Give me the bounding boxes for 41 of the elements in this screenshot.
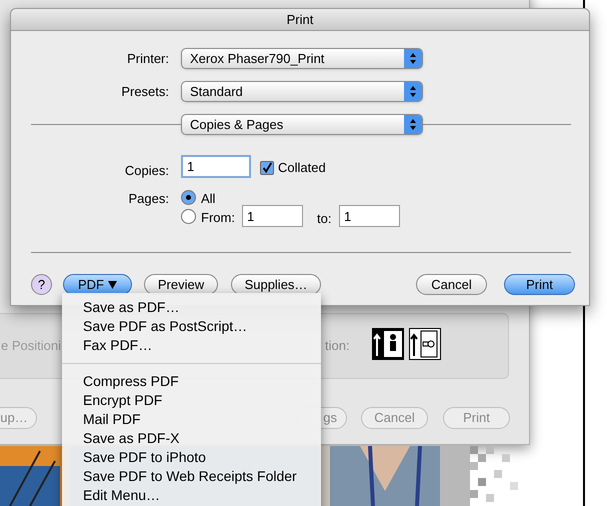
popup-button[interactable]: Standard xyxy=(181,81,423,102)
stepper-arrows-icon xyxy=(404,115,422,134)
field-label: e Positioni xyxy=(1,337,61,355)
copies-field[interactable]: 1 xyxy=(181,155,251,178)
caret-icon xyxy=(108,280,117,288)
menu-item[interactable]: Save PDF as PostScript… xyxy=(62,317,321,336)
radio-button[interactable] xyxy=(181,190,196,205)
menu-item[interactable]: Compress PDF xyxy=(62,372,321,391)
menu-item[interactable]: Edit Menu… xyxy=(62,486,321,505)
menu-item[interactable]: Fax PDF… xyxy=(62,336,321,355)
window-title: Print xyxy=(286,10,314,29)
menu-item[interactable]: Save as PDF… xyxy=(62,298,321,317)
radio-label: From: xyxy=(201,209,235,227)
menu-item[interactable]: Save as PDF-X xyxy=(62,429,321,448)
from-field[interactable]: 1 xyxy=(242,205,303,227)
field-label: tion: xyxy=(325,337,350,355)
stepper-arrows-icon xyxy=(404,49,422,68)
popup-button[interactable]: Xerox Phaser790_Print xyxy=(181,48,423,69)
to-field[interactable]: 1 xyxy=(339,205,400,227)
button[interactable]: Supplies… xyxy=(231,274,321,295)
button[interactable]: Cancel xyxy=(416,274,487,295)
portrait-icon[interactable] xyxy=(372,328,404,360)
radio-label: All xyxy=(201,190,216,208)
popup-button[interactable]: Copies & Pages xyxy=(181,114,423,135)
landscape-icon[interactable] xyxy=(409,328,441,360)
button[interactable]: Print xyxy=(504,274,575,295)
checkbox-label: Collated xyxy=(278,159,326,177)
field-label: Pages: xyxy=(128,190,169,208)
button[interactable]: Preview xyxy=(144,274,218,295)
menu-item[interactable]: Save PDF to iPhoto xyxy=(62,448,321,467)
help-button[interactable]: ? xyxy=(31,274,52,295)
menu-button[interactable]: PDF xyxy=(63,274,132,295)
stepper-arrows-icon xyxy=(404,82,422,101)
radio-button[interactable] xyxy=(181,209,196,224)
field-label: Presets: xyxy=(121,83,169,101)
field-label: Printer: xyxy=(127,50,169,68)
checkbox[interactable] xyxy=(260,160,274,175)
field-label: to: xyxy=(317,210,332,228)
field-label: Copies: xyxy=(124,162,169,180)
menu-item[interactable]: Save PDF to Web Receipts Folder xyxy=(62,467,321,486)
menu-item[interactable]: Encrypt PDF xyxy=(62,391,321,410)
